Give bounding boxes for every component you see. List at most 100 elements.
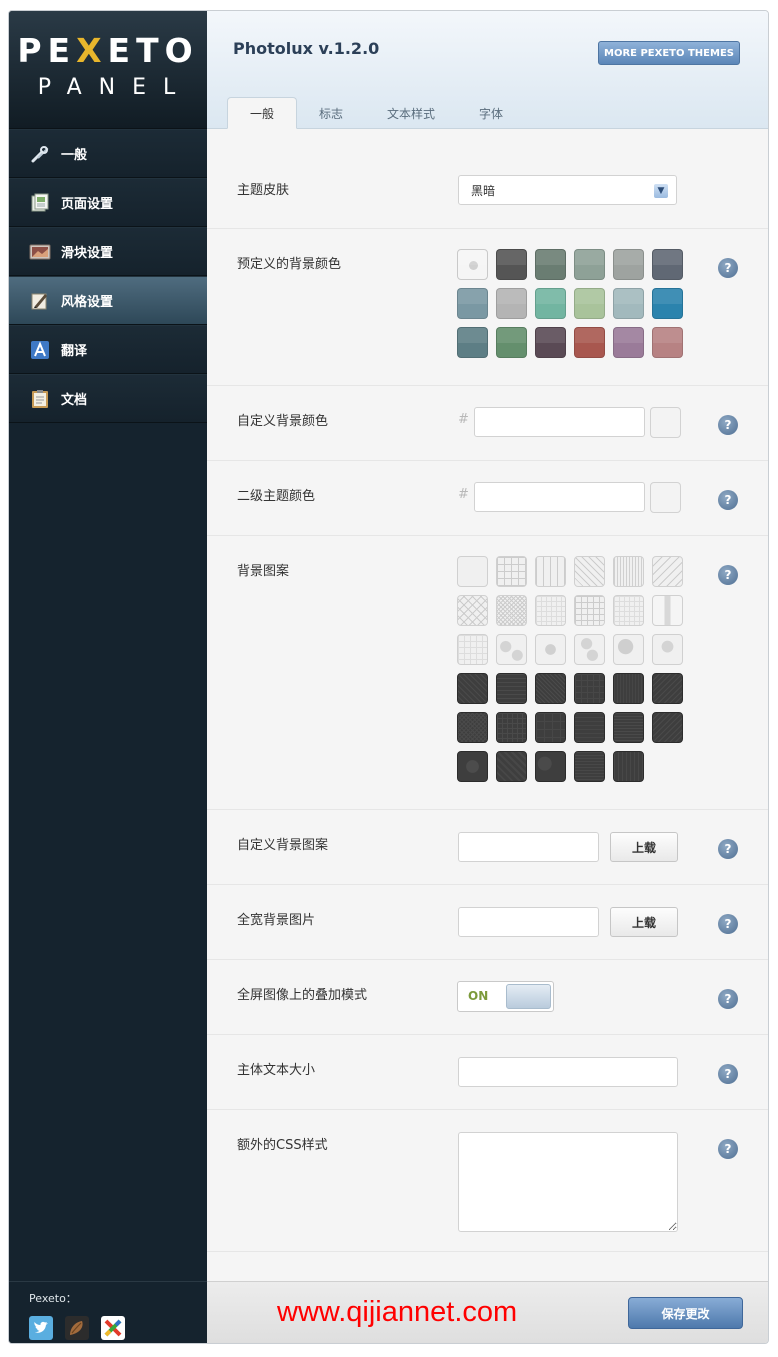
help-icon[interactable]: ? (718, 914, 738, 934)
help-icon[interactable]: ? (718, 415, 738, 435)
color-swatch[interactable] (613, 249, 644, 280)
pattern-swatch[interactable] (535, 595, 566, 626)
pattern-swatch[interactable] (613, 751, 644, 782)
color-swatch[interactable] (457, 327, 488, 358)
pattern-swatch[interactable] (574, 751, 605, 782)
color-swatch[interactable] (496, 249, 527, 280)
color-preview-box[interactable] (650, 482, 681, 513)
pattern-swatch[interactable] (496, 751, 527, 782)
dribbble-icon[interactable] (65, 1316, 89, 1340)
pattern-swatch[interactable] (613, 556, 644, 587)
extra-css-textarea[interactable] (458, 1132, 678, 1232)
help-icon[interactable]: ? (718, 1139, 738, 1159)
color-swatch[interactable] (613, 327, 644, 358)
color-swatch[interactable] (535, 249, 566, 280)
pattern-swatch[interactable] (652, 595, 683, 626)
pattern-swatch[interactable] (496, 595, 527, 626)
color-swatch[interactable] (457, 288, 488, 319)
pattern-swatch[interactable] (535, 712, 566, 743)
pattern-swatch-grid (457, 556, 683, 782)
setting-row-overlay-mode: 全屏图像上的叠加模式 ON ? (207, 960, 768, 1035)
overlay-mode-toggle[interactable]: ON (457, 981, 554, 1012)
pattern-swatch[interactable] (496, 712, 527, 743)
sidebar-item-style[interactable]: 风格设置 (9, 276, 233, 325)
pexeto-x-icon[interactable] (101, 1316, 125, 1340)
color-swatch[interactable] (535, 327, 566, 358)
sidebar-item-docs[interactable]: 文档 (9, 374, 207, 423)
pattern-swatch[interactable] (457, 751, 488, 782)
color-swatch[interactable] (496, 288, 527, 319)
color-swatch[interactable] (574, 249, 605, 280)
sidebar-item-slider[interactable]: 滑块设置 (9, 227, 207, 276)
slider-icon (29, 241, 51, 263)
upload-pattern-button[interactable]: 上载 (610, 832, 678, 862)
pattern-swatch[interactable] (613, 673, 644, 704)
twitter-icon[interactable] (29, 1316, 53, 1340)
color-swatch[interactable] (535, 288, 566, 319)
more-themes-button[interactable]: MORE PEXETO THEMES (598, 41, 740, 65)
pattern-swatch[interactable] (613, 634, 644, 665)
color-swatch[interactable] (574, 327, 605, 358)
pattern-swatch[interactable] (652, 712, 683, 743)
custom-bg-pattern-input[interactable] (458, 832, 599, 862)
tab-general[interactable]: 一般 (227, 97, 298, 129)
sidebar-item-label: 风格设置 (61, 295, 114, 310)
color-preview-box[interactable] (650, 407, 681, 438)
help-icon[interactable]: ? (718, 490, 738, 510)
help-icon[interactable]: ? (718, 258, 738, 278)
pattern-swatch[interactable] (652, 634, 683, 665)
help-icon[interactable]: ? (718, 565, 738, 585)
tab-logo[interactable]: 标志 (297, 97, 365, 129)
pattern-swatch[interactable] (457, 634, 488, 665)
pattern-swatch[interactable] (574, 556, 605, 587)
sidebar-item-pages[interactable]: 页面设置 (9, 178, 207, 227)
pattern-swatch[interactable] (574, 634, 605, 665)
tab-font[interactable]: 字体 (457, 97, 525, 129)
logo-subtitle: PANEL (37, 75, 193, 100)
theme-skin-select[interactable]: 黑暗 ▼ (458, 175, 677, 205)
logo: PEXETO PANEL (9, 11, 207, 129)
custom-bg-color-input[interactable] (474, 407, 645, 437)
secondary-color-input[interactable] (474, 482, 645, 512)
pattern-swatch[interactable] (535, 634, 566, 665)
pattern-swatch[interactable] (496, 634, 527, 665)
pattern-swatch[interactable] (535, 673, 566, 704)
color-swatch[interactable] (496, 327, 527, 358)
pattern-swatch[interactable] (574, 595, 605, 626)
color-swatch[interactable] (574, 288, 605, 319)
tab-text-style[interactable]: 文本样式 (365, 97, 457, 129)
toggle-knob (506, 984, 551, 1009)
pattern-swatch[interactable] (496, 556, 527, 587)
sidebar-item-label: 一般 (61, 148, 88, 163)
pattern-swatch[interactable] (457, 712, 488, 743)
sidebar-item-general[interactable]: 一般 (9, 129, 207, 178)
color-swatch[interactable] (457, 249, 488, 280)
full-bg-image-input[interactable] (458, 907, 599, 937)
help-icon[interactable]: ? (718, 839, 738, 859)
upload-image-button[interactable]: 上载 (610, 907, 678, 937)
color-swatch[interactable] (652, 249, 683, 280)
pattern-swatch[interactable] (457, 595, 488, 626)
pattern-swatch[interactable] (613, 712, 644, 743)
pattern-swatch[interactable] (652, 556, 683, 587)
color-swatch[interactable] (652, 327, 683, 358)
save-button[interactable]: 保存更改 (628, 1297, 743, 1329)
sidebar-item-translate[interactable]: 翻译 (9, 325, 207, 374)
pattern-swatch[interactable] (457, 556, 488, 587)
help-icon[interactable]: ? (718, 1064, 738, 1084)
pattern-swatch[interactable] (574, 712, 605, 743)
color-swatch[interactable] (613, 288, 644, 319)
pattern-swatch[interactable] (613, 595, 644, 626)
color-swatch[interactable] (652, 288, 683, 319)
app-title: Photolux v.1.2.0 (233, 39, 380, 58)
help-icon[interactable]: ? (718, 989, 738, 1009)
pattern-swatch[interactable] (652, 673, 683, 704)
pattern-swatch[interactable] (535, 556, 566, 587)
hash-symbol: # (458, 487, 469, 502)
setting-row-theme-skin: 主题皮肤 黑暗 ▼ (207, 129, 768, 229)
pattern-swatch[interactable] (535, 751, 566, 782)
pattern-swatch[interactable] (457, 673, 488, 704)
pattern-swatch[interactable] (496, 673, 527, 704)
body-font-size-input[interactable] (458, 1057, 678, 1087)
pattern-swatch[interactable] (574, 673, 605, 704)
